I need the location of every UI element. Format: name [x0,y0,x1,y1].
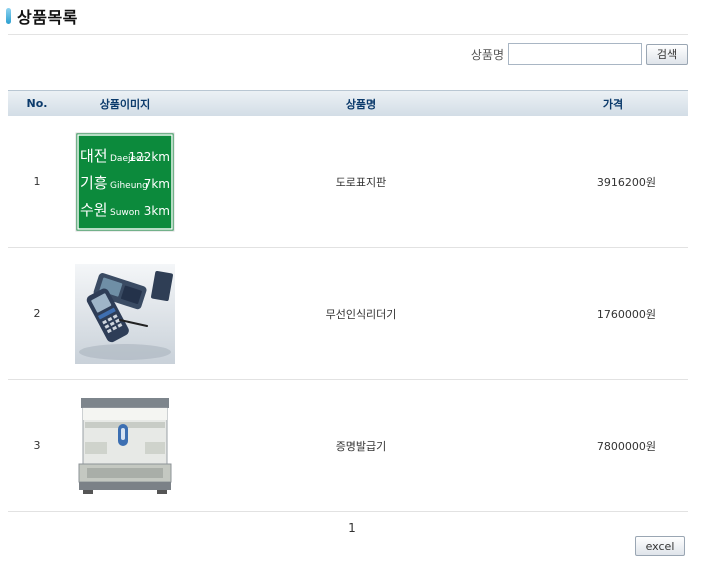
row-number: 3 [33,439,41,452]
wireless-rfid-reader-image[interactable] [75,263,175,364]
title-marker-icon [6,8,11,24]
table-row: 1 대전 Daejeon 122km 기흥 Giheung 7km 수원 Suw… [8,116,688,248]
sign-roman-2: Giheung [110,181,148,191]
row-number: 1 [33,175,41,188]
sign-korean-3: 수원 [80,201,108,219]
search-label: 상품명 [470,47,504,62]
header-price: 가격 [602,97,624,111]
row-number: 2 [33,307,41,320]
page-header: 상품목록 [6,4,78,28]
product-table: No. 상품이미지 상품명 가격 1 대전 Daejeon 122km 기흥 G… [8,90,688,512]
pagination: 1 [0,521,704,535]
header-name: 상품명 [345,97,377,111]
sign-korean-1: 대전 [80,147,108,165]
row-price: 3916200원 [596,175,656,189]
sign-distance-3: 3km [144,204,170,218]
page-link-current[interactable]: 1 [348,521,356,535]
table-row: 2 무선인식리더기 1760000원 [8,248,688,380]
page-title: 상품목록 [17,8,78,27]
header-image: 상품이미지 [99,97,151,111]
table-header: No. 상품이미지 상품명 가격 [8,90,688,116]
row-price: 7800000원 [596,439,656,453]
road-sign-image[interactable]: 대전 Daejeon 122km 기흥 Giheung 7km 수원 Suwon… [75,131,175,232]
search-bar: 상품명 검색 [471,43,688,65]
row-product-name: 증명발급기 [335,439,387,453]
row-image-cell: 대전 Daejeon 122km 기흥 Giheung 7km 수원 Suwon… [66,131,184,232]
excel-export-button[interactable]: excel [635,536,685,556]
search-input[interactable] [508,43,642,65]
certificate-issuing-kiosk-image[interactable] [75,395,175,496]
sign-distance-1: 122km [128,150,170,164]
row-image-cell [66,263,184,364]
sign-distance-2: 7km [144,177,170,191]
row-product-name: 무선인식리더기 [325,307,397,321]
header-no: No. [26,97,48,110]
table-row: 3 증명발급기 7800000원 [8,380,688,512]
title-divider [8,34,688,35]
row-product-name: 도로표지판 [335,175,387,189]
sign-korean-2: 기흥 [80,174,108,192]
row-image-cell [66,395,184,496]
row-price: 1760000원 [596,307,656,321]
sign-roman-3: Suwon [110,208,140,218]
search-button[interactable]: 검색 [646,43,688,65]
